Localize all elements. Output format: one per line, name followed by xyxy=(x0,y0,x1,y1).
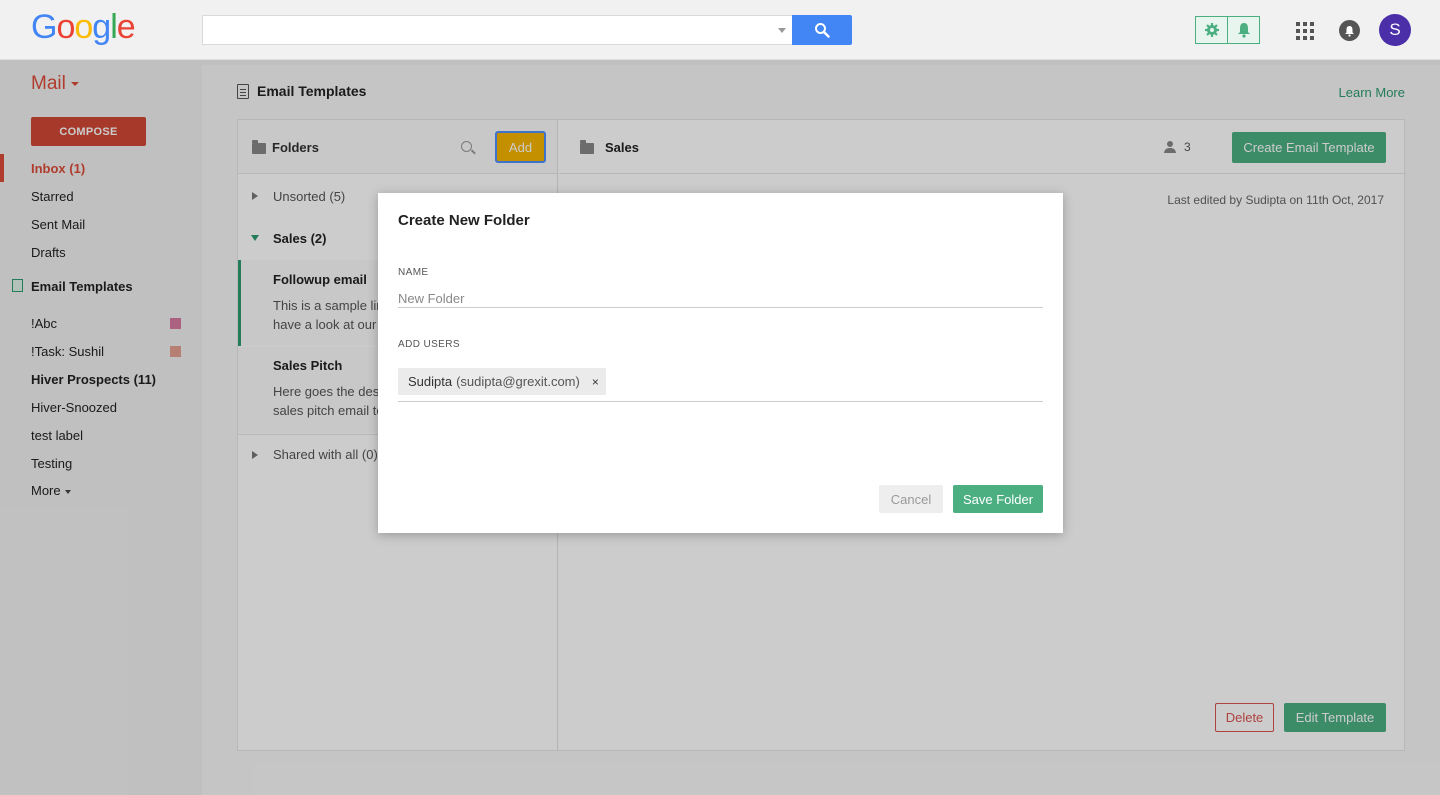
hiver-settings-button[interactable] xyxy=(1196,17,1228,43)
add-users-label: ADD USERS xyxy=(398,339,460,350)
user-chip-name: Sudipta xyxy=(408,374,453,389)
search-button[interactable] xyxy=(792,15,852,45)
hiver-extension-buttons xyxy=(1195,16,1260,44)
name-field-label: NAME xyxy=(398,267,429,278)
save-folder-button[interactable]: Save Folder xyxy=(953,485,1043,513)
bell-icon xyxy=(1237,23,1250,38)
logo-letter: g xyxy=(92,8,111,46)
folder-name-input[interactable] xyxy=(398,289,1043,308)
create-folder-dialog: Create New Folder NAME ADD USERS Sudipta… xyxy=(378,193,1063,533)
bell-glyph xyxy=(1345,25,1354,37)
user-chip: Sudipta (sudipta@grexit.com) × xyxy=(398,368,606,395)
notifications-icon[interactable] xyxy=(1339,20,1360,41)
logo-letter: e xyxy=(116,8,136,46)
user-chip-email: (sudipta@grexit.com) xyxy=(456,374,580,389)
search-icon xyxy=(815,23,830,38)
avatar[interactable]: S xyxy=(1379,14,1411,46)
search-options-caret-icon[interactable] xyxy=(778,28,786,33)
gear-icon xyxy=(1204,23,1219,37)
logo-letter: G xyxy=(31,8,57,46)
logo-letter: o xyxy=(56,8,75,46)
top-bar: Google S xyxy=(0,0,1440,60)
add-users-input[interactable]: Sudipta (sudipta@grexit.com) × xyxy=(398,367,1043,402)
apps-grid-icon[interactable] xyxy=(1296,22,1314,40)
close-icon[interactable]: × xyxy=(592,375,599,389)
search-input[interactable] xyxy=(202,15,793,45)
hiver-notifications-button[interactable] xyxy=(1227,17,1259,43)
google-logo[interactable]: Google xyxy=(31,8,136,47)
dialog-title: Create New Folder xyxy=(398,212,530,229)
cancel-button[interactable]: Cancel xyxy=(879,485,943,513)
logo-letter: o xyxy=(74,8,93,46)
